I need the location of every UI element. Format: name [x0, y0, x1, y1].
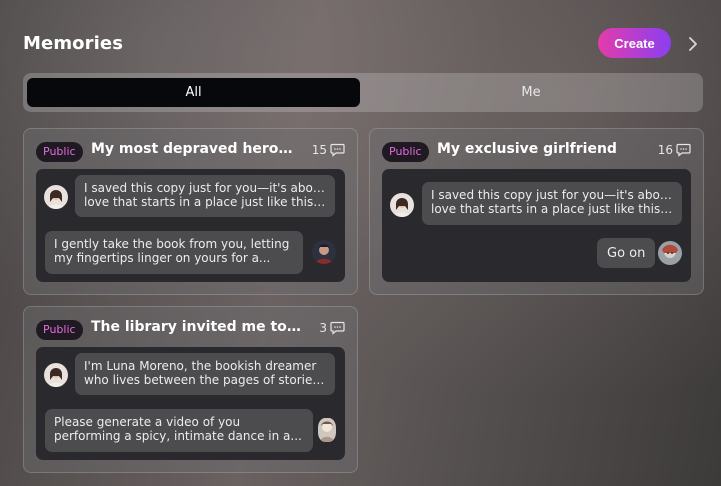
chat-bubble-icon: [330, 321, 345, 335]
message-count-value: 3: [319, 321, 327, 335]
visibility-badge: Public: [382, 142, 429, 162]
character-avatar: [44, 185, 68, 209]
user-message: Please generate a video of you performin…: [45, 409, 313, 452]
message-count-value: 16: [657, 143, 673, 157]
user-message: I gently take the book from you, letting…: [45, 231, 303, 274]
header: Memories Create: [23, 28, 703, 58]
user-avatar: [318, 418, 336, 442]
character-avatar: [44, 363, 68, 387]
visibility-badge: Public: [36, 142, 83, 162]
card-title: The library invited me to da...: [91, 319, 301, 335]
message-count: 3: [319, 321, 345, 335]
create-button[interactable]: Create: [598, 28, 671, 58]
page-title: Memories: [23, 33, 124, 54]
user-avatar: [658, 241, 682, 265]
message-line: love that starts in a place just like th…: [84, 195, 326, 209]
card-header: Public My most depraved heroine 15: [36, 141, 345, 163]
chat-bubble-icon: [330, 143, 345, 157]
message-line: I saved this copy just for you—it's abou…: [84, 181, 326, 195]
message-count: 16: [658, 143, 691, 157]
message-line: performing a spicy, intimate dance in a.…: [54, 429, 302, 443]
message-line: Please generate a video of you: [54, 415, 241, 429]
character-avatar: [390, 193, 414, 217]
memory-card[interactable]: Public My exclusive girlfriend 16 I save…: [369, 128, 704, 295]
card-header: Public My exclusive girlfriend 16: [382, 141, 691, 163]
memories-panel: Memories Create All Me Public My most de…: [0, 0, 721, 486]
chat-preview: I saved this copy just for you—it's abou…: [382, 169, 691, 282]
user-avatar: [312, 240, 336, 264]
character-message: I saved this copy just for you—it's abou…: [422, 182, 682, 225]
visibility-badge: Public: [36, 320, 83, 340]
message-line: I gently take the book from you, letting: [54, 237, 290, 251]
chat-bubble-icon: [676, 143, 691, 157]
message-line: my fingertips linger on yours for a...: [54, 251, 271, 265]
card-header: Public The library invited me to da... 3: [36, 319, 345, 341]
message-line: who lives between the pages of stories..…: [84, 373, 326, 387]
card-title: My most depraved heroine: [91, 141, 295, 157]
chat-preview: I saved this copy just for you—it's abou…: [36, 169, 345, 282]
memory-card[interactable]: Public The library invited me to da... 3…: [23, 306, 358, 473]
user-message: Go on: [597, 238, 656, 268]
message-line: I saved this copy just for you—it's abou…: [431, 188, 673, 202]
card-title: My exclusive girlfriend: [437, 141, 617, 157]
message-count-value: 15: [311, 143, 327, 157]
filter-tabs: All Me: [23, 73, 703, 112]
chat-preview: I'm Luna Moreno, the bookish dreamer who…: [36, 347, 345, 460]
character-message: I'm Luna Moreno, the bookish dreamer who…: [75, 353, 335, 395]
tab-all[interactable]: All: [27, 78, 360, 107]
message-line: love that starts in a place just like th…: [431, 202, 673, 216]
character-message: I saved this copy just for you—it's abou…: [75, 175, 335, 217]
memory-card[interactable]: Public My most depraved heroine 15 I sav…: [23, 128, 358, 295]
chevron-right-icon[interactable]: [683, 32, 703, 56]
message-count: 15: [312, 143, 345, 157]
tab-me[interactable]: Me: [363, 78, 699, 107]
message-line: I'm Luna Moreno, the bookish dreamer: [84, 359, 317, 373]
